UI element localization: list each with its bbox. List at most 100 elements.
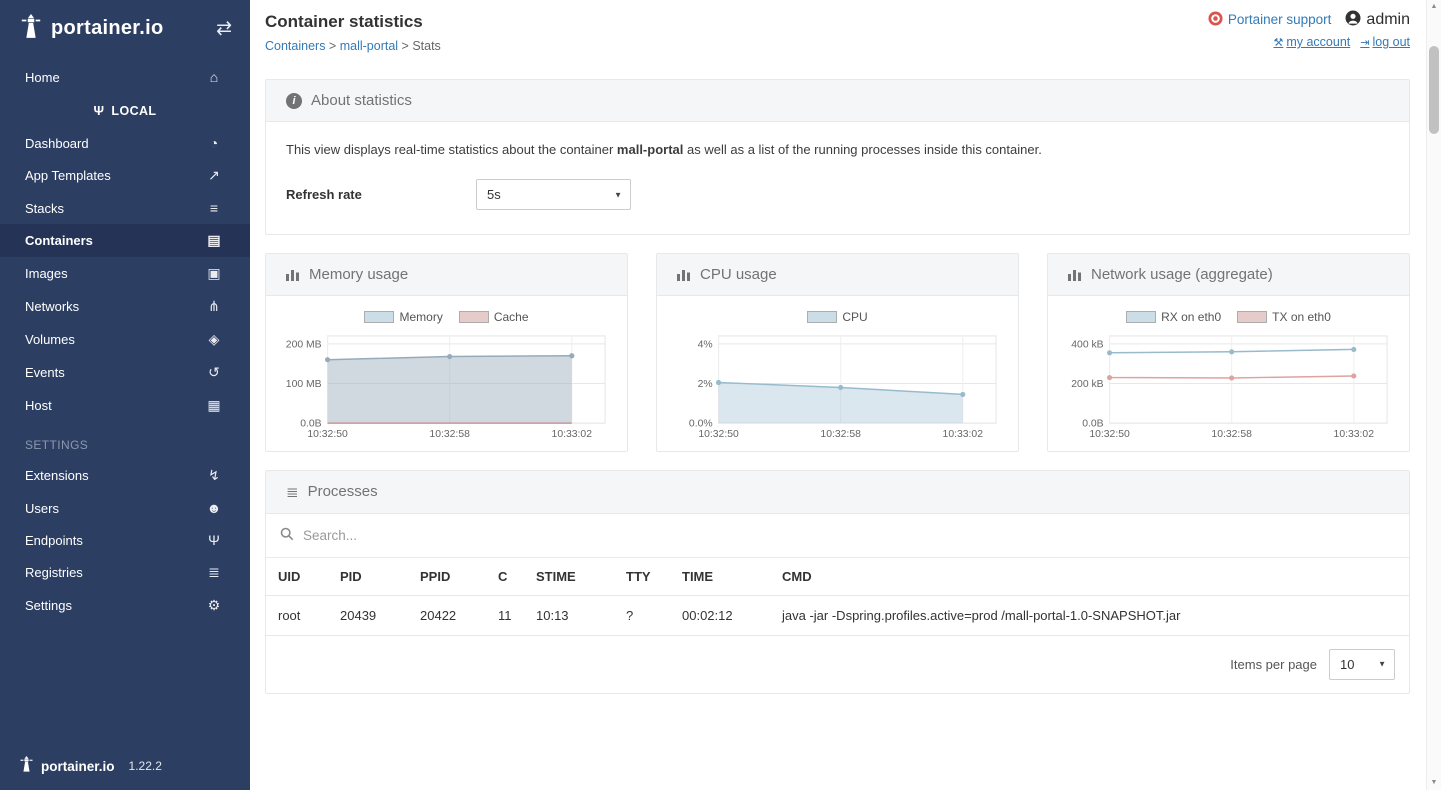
sidebar-item-extensions[interactable]: Extensions ↯ xyxy=(0,459,250,492)
log-out-link[interactable]: ⇥log out xyxy=(1360,35,1410,49)
svg-text:200 kB: 200 kB xyxy=(1071,379,1103,390)
svg-text:0.0%: 0.0% xyxy=(689,419,713,430)
wrench-icon: ⚒ xyxy=(1273,36,1283,49)
cell-tty: ? xyxy=(614,595,670,635)
chart-title-memory: Memory usage xyxy=(309,266,408,283)
breadcrumb-mall-portal[interactable]: mall-portal xyxy=(340,39,398,53)
page-header: Container statistics Containers > mall-p… xyxy=(265,10,1410,53)
sidebar-item-images[interactable]: Images▣ xyxy=(0,257,250,290)
process-row: root20439204221110:13?00:02:12java -jar … xyxy=(266,595,1409,635)
column-header-time[interactable]: TIME xyxy=(670,558,770,596)
sidebar-item-label: Stacks xyxy=(25,201,64,216)
plug-icon: Ψ xyxy=(94,103,105,118)
sidebar-item-settings[interactable]: Settings ⚙ xyxy=(0,589,250,622)
svg-text:10:32:50: 10:32:50 xyxy=(307,429,348,440)
legend-swatch xyxy=(459,311,489,323)
sidebar-item-registries[interactable]: Registries≣ xyxy=(0,556,250,589)
items-per-page-select-wrap: 10 xyxy=(1329,649,1395,680)
bar-chart-icon xyxy=(677,268,691,281)
portainer-logo-icon xyxy=(18,14,44,43)
svg-text:200 MB: 200 MB xyxy=(286,339,322,350)
container-name: mall-portal xyxy=(617,142,683,157)
svg-text:0.0B: 0.0B xyxy=(300,419,321,430)
svg-text:10:32:50: 10:32:50 xyxy=(698,429,739,440)
column-header-c[interactable]: C xyxy=(486,558,524,596)
column-header-ppid[interactable]: PPID xyxy=(408,558,486,596)
cpu-usage-panel: CPU usage CPU 0.0%2%4%10:32:5010:32:5810… xyxy=(656,253,1019,452)
sidebar-item-app-templates[interactable]: App Templates↗ xyxy=(0,159,250,192)
breadcrumb-stats: Stats xyxy=(412,39,441,53)
chart-legend: CPU xyxy=(669,310,1006,326)
sidebar-item-label: Users xyxy=(25,501,59,516)
sidebar-item-networks[interactable]: Networks⋔ xyxy=(0,290,250,323)
host-icon: ▦ xyxy=(203,397,225,414)
cell-ppid: 20422 xyxy=(408,595,486,635)
info-icon: i xyxy=(286,93,302,109)
sidebar-item-label: Settings xyxy=(25,598,72,613)
footer-portainer-link[interactable]: portainer.io xyxy=(41,759,115,774)
bolt-icon: ↯ xyxy=(203,467,225,484)
refresh-rate-select[interactable]: 5s xyxy=(476,179,631,210)
svg-text:10:33:02: 10:33:02 xyxy=(943,429,984,440)
sidebar-item-endpoints[interactable]: EndpointsΨ xyxy=(0,524,250,556)
refresh-rate-select-wrap: 5s xyxy=(476,179,631,210)
sidebar-item-stacks[interactable]: Stacks ≡ xyxy=(0,192,250,224)
sidebar-item-containers[interactable]: Containers▤ xyxy=(0,224,250,257)
charts-row: Memory usage MemoryCache 0.0B100 MB200 M… xyxy=(265,253,1410,452)
history-icon: ↺ xyxy=(203,364,225,381)
main-content: Container statistics Containers > mall-p… xyxy=(250,0,1441,790)
breadcrumb: Containers > mall-portal > Stats xyxy=(265,39,441,53)
search-input[interactable] xyxy=(303,524,1395,547)
column-header-uid[interactable]: UID xyxy=(266,558,328,596)
sidebar-item-label: Extensions xyxy=(25,468,89,483)
page-title: Container statistics xyxy=(265,12,441,32)
stacks-icon: ≡ xyxy=(203,200,225,216)
refresh-rate-label: Refresh rate xyxy=(286,187,476,202)
svg-text:2%: 2% xyxy=(698,379,713,390)
svg-text:10:32:58: 10:32:58 xyxy=(1211,429,1252,440)
sidebar-footer: portainer.io 1.22.2 xyxy=(0,742,250,790)
sidebar-item-volumes[interactable]: Volumes◈ xyxy=(0,323,250,356)
scrollbar-down-arrow[interactable]: ▼ xyxy=(1427,776,1441,790)
legend-item: RX on eth0 xyxy=(1126,310,1221,324)
scrollbar-thumb[interactable] xyxy=(1429,46,1439,134)
endpoint-name: LOCAL xyxy=(111,104,156,118)
scrollbar: ▲ ▼ xyxy=(1426,0,1441,790)
svg-text:10:32:50: 10:32:50 xyxy=(1089,429,1130,440)
gear-icon: ⚙ xyxy=(203,597,225,614)
about-panel-title: About statistics xyxy=(311,92,412,109)
svg-text:10:33:02: 10:33:02 xyxy=(552,429,593,440)
chart-title-network: Network usage (aggregate) xyxy=(1091,266,1273,283)
sidebar-item-dashboard[interactable]: Dashboard◔ xyxy=(0,127,250,159)
items-per-page-label: Items per page xyxy=(1230,657,1317,672)
sidebar-item-label: Containers xyxy=(25,233,93,248)
search-bar xyxy=(266,514,1409,558)
items-per-page-select[interactable]: 10 xyxy=(1329,649,1395,680)
breadcrumb-containers[interactable]: Containers xyxy=(265,39,325,53)
cell-stime: 10:13 xyxy=(524,595,614,635)
sidebar-logo[interactable]: portainer.io ⇄ xyxy=(0,0,250,55)
portainer-support-link[interactable]: Portainer support xyxy=(1208,11,1332,29)
processes-title: Processes xyxy=(308,483,378,500)
table-footer: Items per page 10 xyxy=(266,636,1409,693)
column-header-tty[interactable]: TTY xyxy=(614,558,670,596)
my-account-link[interactable]: ⚒my account xyxy=(1273,35,1350,49)
endpoint-section: Ψ LOCAL xyxy=(0,93,250,127)
sidebar-item-label: Images xyxy=(25,266,68,281)
column-header-pid[interactable]: PID xyxy=(328,558,408,596)
sidebar-item-label: Registries xyxy=(25,565,83,580)
sidebar-item-users[interactable]: Users☻ xyxy=(0,492,250,524)
breadcrumb-separator: > xyxy=(325,39,339,53)
column-header-cmd[interactable]: CMD xyxy=(770,558,1409,596)
process-table-header-row: UIDPIDPPIDCSTIMETTYTIMECMD xyxy=(266,558,1409,596)
scrollbar-up-arrow[interactable]: ▲ xyxy=(1427,0,1441,14)
endpoint-switch-icon[interactable]: ⇄ xyxy=(216,17,232,40)
sidebar-item-events[interactable]: Events↺ xyxy=(0,356,250,389)
settings-section-header: SETTINGS xyxy=(0,422,250,459)
sidebar-item-home[interactable]: Home⌂ xyxy=(0,61,250,93)
column-header-stime[interactable]: STIME xyxy=(524,558,614,596)
sidebar-item-host[interactable]: Host▦ xyxy=(0,389,250,422)
cell-time: 00:02:12 xyxy=(670,595,770,635)
sidebar-nav-settings: Extensions↯Users☻EndpointsΨRegistries≣Se… xyxy=(0,459,250,622)
legend-swatch xyxy=(1126,311,1156,323)
